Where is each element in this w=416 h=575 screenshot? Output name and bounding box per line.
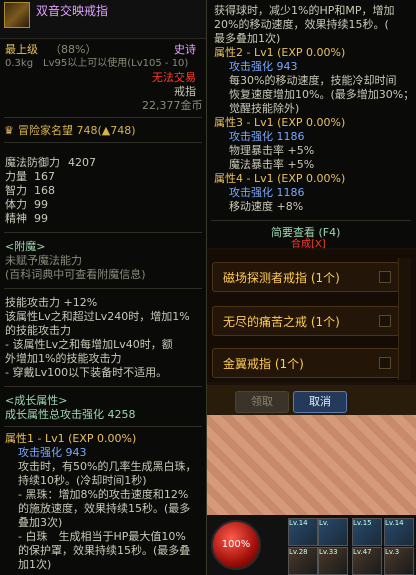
skill-slot[interactable]: Lv.47 — [352, 547, 382, 575]
enchant-none: 未赋予魔法能力 — [5, 254, 82, 267]
tooltip-header: 双音交映戒指 — [0, 0, 206, 39]
brief-view-button[interactable]: 简要查看 (F4) — [271, 226, 340, 240]
hp-orb: 100% — [211, 520, 261, 570]
attr4-line: 移动速度 +8% — [229, 200, 304, 213]
divider — [4, 142, 202, 143]
ring-item-icon — [4, 2, 30, 28]
attr3-title: 属性3 - Lv1 (EXP 0.00%) — [214, 116, 346, 129]
skill-slot[interactable]: Lv. — [318, 518, 348, 546]
reward-list: 磁场探测者戒指 (1个) 无尽的痛苦之戒 (1个) 金翼戒指 (1个) — [207, 250, 416, 382]
grade-label: 最上级 — [5, 43, 38, 56]
item-price: 22,377金币 — [142, 99, 203, 112]
attr1-line: 持续10秒。(冷却时间1秒) — [18, 474, 147, 487]
enchant-hint: (百科词典中可查看附魔信息) — [5, 268, 146, 281]
synth-button[interactable]: 合成[X] — [291, 240, 326, 250]
attr3-line: 物理暴击率 +5% — [229, 144, 315, 157]
attr1-line: 的保护罩，效果持续15秒。(最多叠 — [18, 544, 191, 557]
skill-slot[interactable]: Lv.15 — [352, 518, 382, 546]
attr4-title: 属性4 - Lv1 (EXP 0.00%) — [214, 172, 346, 185]
skill-slot[interactable]: Lv.14 — [288, 518, 318, 546]
item-title: 双音交映戒指 — [36, 4, 109, 18]
attr1-line: 获得球时，减少1%的HP和MP，增加 — [214, 4, 395, 17]
list-item[interactable]: 磁场探测者戒指 (1个) — [212, 262, 400, 292]
stat-value: 99 — [34, 212, 48, 225]
weight-requirement: 0.3kg Lv95以上可以使用(Lv105 - 10) — [5, 58, 189, 69]
enchant-title: <附魔> — [5, 240, 46, 253]
stat-label: 精神 — [5, 212, 27, 225]
item-tooltip-continued: 获得球时，减少1%的HP和MP，增加 20%的移动速度，效果持续15秒。( 最多… — [207, 0, 416, 250]
attr1-line: 20%的移动速度，效果持续15秒。( — [214, 18, 389, 31]
attr1-line: 最多叠加1次) — [214, 32, 281, 45]
checkbox[interactable] — [379, 357, 391, 369]
attr1-line: 加1次) — [18, 558, 52, 571]
skill-line: - 穿戴Lv100以下装备时不适用。 — [5, 366, 168, 379]
attr2-title: 属性2 - Lv1 (EXP 0.00%) — [214, 46, 346, 59]
divider — [4, 426, 202, 427]
button-bar: 领取 取消 — [207, 385, 416, 415]
skill-line: - 该属性Lv之和每增加Lv40时，额 — [5, 338, 173, 351]
stat-label: 魔法防御力 — [5, 156, 60, 169]
skill-slot[interactable]: Lv.28 — [288, 547, 318, 575]
attr1-line: - 白珠 生成相当于HP最大值10% — [18, 530, 186, 543]
crown-icon: ♛ — [4, 124, 14, 137]
attr3-strength: 攻击强化 1186 — [229, 130, 305, 143]
skill-line: 的技能攻击力 — [5, 324, 71, 337]
attr1-line: 攻击时，有50%的几率生成黑白珠， — [18, 460, 197, 473]
item-tooltip: 双音交映戒指 最上级 （88%） 史诗 0.3kg Lv95以上可以使用(Lv1… — [0, 0, 207, 575]
game-scene — [207, 415, 416, 515]
skill-line: 外增加1%的技能攻击力 — [5, 352, 122, 365]
skill-slot[interactable]: Lv.33 — [318, 547, 348, 575]
divider — [4, 288, 202, 289]
rarity: 史诗 — [174, 43, 196, 56]
list-scrollbar[interactable] — [398, 258, 411, 380]
list-item[interactable]: 金翼戒指 (1个) — [212, 348, 400, 378]
checkbox[interactable] — [379, 271, 391, 283]
checkbox[interactable] — [379, 315, 391, 327]
attr2-line: 恢复速度增加10%。(最多增加30%； — [229, 88, 415, 101]
attr2-line: 每30%的移动速度，技能冷却时间 — [229, 74, 397, 87]
item-type: 戒指 — [174, 85, 196, 98]
skill-line: 该属性Lv之和超过Lv240时，增加1% — [5, 310, 190, 323]
divider — [4, 117, 202, 118]
claim-button[interactable]: 领取 — [235, 391, 289, 413]
stat-value: 4207 — [68, 156, 96, 169]
attr1-strength: 攻击强化 943 — [18, 446, 87, 459]
divider — [211, 220, 411, 221]
attr3-line: 魔法暴击率 +5% — [229, 158, 315, 171]
list-item[interactable]: 无尽的痛苦之戒 (1个) — [212, 306, 400, 336]
attr1-title: 属性1 - Lv1 (EXP 0.00%) — [5, 432, 137, 445]
list-item-label: 磁场探测者戒指 (1个) — [223, 271, 340, 285]
skill-slot[interactable]: Lv.3 — [384, 547, 414, 575]
attr1-line: 的施放速度，效果持续15秒。(最多 — [18, 502, 191, 515]
list-item-label: 无尽的痛苦之戒 (1个) — [223, 315, 340, 329]
stat-value: 167 — [34, 170, 55, 183]
stat-label: 力量 — [5, 170, 27, 183]
list-item-label: 金翼戒指 (1个) — [223, 357, 304, 371]
stat-value: 168 — [34, 184, 55, 197]
divider — [4, 386, 202, 387]
stat-value: 99 — [34, 198, 48, 211]
trade-status: 无法交易 — [152, 71, 196, 84]
attr2-line: 觉醒技能除外) — [229, 102, 300, 115]
attr4-strength: 攻击强化 1186 — [229, 186, 305, 199]
attr1-line: 叠加3次) — [18, 516, 63, 529]
attr2-strength: 攻击强化 943 — [229, 60, 298, 73]
growth-title: <成长属性> — [5, 394, 68, 407]
divider — [4, 232, 202, 233]
cancel-button[interactable]: 取消 — [293, 391, 347, 413]
fame-text: 冒险家名望 748(▲748) — [18, 124, 136, 137]
grade-percent: （88%） — [50, 43, 97, 56]
skill-line: 技能攻击力 +12% — [5, 296, 98, 309]
skill-slot[interactable]: Lv.14 — [384, 518, 414, 546]
stat-label: 体力 — [5, 198, 27, 211]
growth-total: 成长属性总攻击强化 4258 — [5, 408, 136, 421]
stat-label: 智力 — [5, 184, 27, 197]
attr1-line: - 黑珠：增加8%的攻击速度和12% — [18, 488, 189, 501]
